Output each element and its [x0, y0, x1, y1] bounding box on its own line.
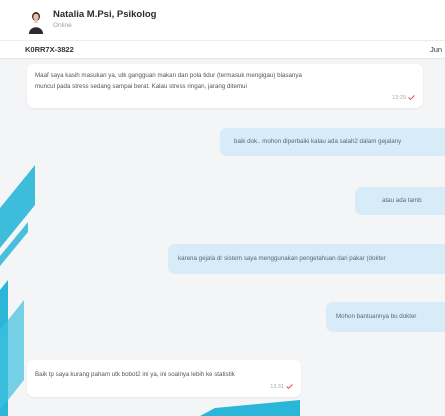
message-text: atau ada tamb	[382, 197, 422, 204]
message-text-line: muncul pada stress sedang sampai berat. …	[35, 83, 247, 90]
checkmark-icon	[408, 95, 415, 101]
contact-name: Natalia M.Psi, Psikolog	[53, 9, 157, 20]
incoming-message: Baik tp saya kurang paham utk bobot2 ini…	[27, 360, 301, 397]
message-text: karena gejala dr sistem saya menggunakan…	[178, 255, 386, 262]
message-time-row: 13:29	[392, 93, 415, 104]
chat-header: Natalia M.Psi, Psikolog Online	[0, 0, 445, 40]
message-text-line: Baik tp saya kurang paham utk bobot2 ini…	[35, 371, 235, 378]
outgoing-message: baik dok.. mohon diperbaiki kalau ada sa…	[220, 128, 445, 156]
message-time: 13:29	[392, 95, 406, 101]
ticket-id: K0RR7X-3822	[25, 45, 74, 54]
checkmark-icon	[286, 384, 293, 390]
message-text: baik dok.. mohon diperbaiki kalau ada sa…	[234, 138, 402, 145]
date-label: Jun	[430, 45, 443, 54]
ticket-bar: K0RR7X-3822 Jun	[0, 40, 445, 59]
outgoing-message: atau ada tamb	[355, 187, 445, 215]
chat-messages[interactable]: Maaf saya kasih masukan ya, utk gangguan…	[0, 58, 445, 416]
outgoing-message: karena gejala dr sistem saya menggunakan…	[168, 244, 445, 274]
contact-status: Online	[53, 22, 72, 29]
incoming-message: Maaf saya kasih masukan ya, utk gangguan…	[27, 64, 423, 108]
message-text: Mohon bantuannya bu dokter	[336, 313, 417, 320]
message-time-row: 13:31	[270, 382, 293, 393]
avatar[interactable]	[27, 10, 45, 34]
outgoing-message: Mohon bantuannya bu dokter	[326, 302, 445, 332]
message-text-line: Maaf saya kasih masukan ya, utk gangguan…	[35, 72, 302, 79]
message-time: 13:31	[270, 384, 284, 390]
